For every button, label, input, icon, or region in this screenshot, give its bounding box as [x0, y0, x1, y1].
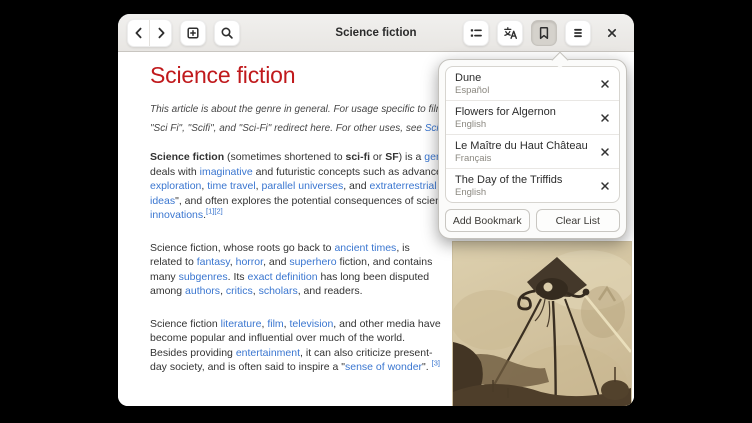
article-link[interactable]: literature [221, 318, 262, 330]
article-link[interactable]: entertainment [236, 347, 300, 359]
article-link[interactable]: time travel [207, 180, 255, 192]
new-tab-button[interactable] [180, 20, 206, 46]
close-icon [599, 112, 611, 124]
article-link[interactable]: authors [185, 285, 220, 297]
article-link[interactable]: imaginative [200, 166, 253, 178]
article-link[interactable]: television [290, 318, 334, 330]
search-button[interactable] [214, 20, 240, 46]
remove-bookmark-button[interactable] [595, 74, 615, 94]
bookmarks-popover: Dune Español Flowers for Algernon Englis… [438, 59, 627, 239]
close-icon [599, 78, 611, 90]
reference-link[interactable]: [3] [432, 359, 440, 368]
bookmark-title: Le Maître du Haut Château [455, 140, 588, 153]
bookmark-title: The Day of the Triffids [455, 174, 562, 187]
desktop-background: Science fiction [0, 0, 752, 423]
remove-bookmark-button[interactable] [595, 176, 615, 196]
menu-icon [570, 25, 586, 41]
article-link[interactable]: subgenres [179, 271, 228, 283]
bookmark-language: Español [455, 85, 489, 96]
bookmark-row[interactable]: Le Maître du Haut Château Français [446, 134, 619, 168]
chevron-left-icon [131, 25, 147, 41]
bookmark-title: Dune [455, 72, 489, 85]
bookmark-language: English [455, 187, 562, 198]
clear-list-button[interactable]: Clear List [536, 209, 621, 232]
article-link[interactable]: film [267, 318, 283, 330]
menu-button[interactable] [565, 20, 591, 46]
bookmark-language: English [455, 119, 556, 130]
article-link[interactable]: sense of wonder [345, 361, 422, 373]
language-icon [502, 25, 518, 41]
back-button[interactable] [128, 20, 149, 46]
article-link[interactable]: superhero [289, 256, 336, 268]
article-link[interactable]: ancient times [334, 242, 396, 254]
close-icon [599, 146, 611, 158]
article-link[interactable]: parallel universes [262, 180, 344, 192]
bookmark-icon [536, 25, 552, 41]
bookmark-row[interactable]: Dune Español [446, 67, 619, 100]
martian-tripod-illustration [453, 242, 631, 407]
article-link[interactable]: exact definition [247, 271, 317, 283]
forward-button[interactable] [149, 20, 171, 46]
close-icon [604, 25, 620, 41]
close-window-button[interactable] [599, 20, 625, 46]
bookmarks-button[interactable] [531, 20, 557, 46]
close-icon [599, 180, 611, 192]
remove-bookmark-button[interactable] [595, 108, 615, 128]
bookmark-row[interactable]: Flowers for Algernon English [446, 100, 619, 134]
article-link[interactable]: ideas [150, 195, 175, 207]
bookmark-language: Français [455, 153, 588, 164]
bookmarks-list: Dune Español Flowers for Algernon Englis… [445, 66, 620, 203]
add-bookmark-button[interactable]: Add Bookmark [445, 209, 530, 232]
article-link[interactable]: horror [236, 256, 263, 268]
new-tab-icon [185, 25, 201, 41]
header-bar: Science fiction [118, 14, 634, 52]
bookmarks-actions: Add Bookmark Clear List [445, 209, 620, 232]
toc-button[interactable] [463, 20, 489, 46]
language-button[interactable] [497, 20, 523, 46]
article-image[interactable] [452, 241, 632, 407]
chevron-right-icon [153, 25, 169, 41]
article-link[interactable]: scholars [259, 285, 298, 297]
reference-link[interactable]: [2] [214, 207, 222, 216]
bookmark-row[interactable]: The Day of the Triffids English [446, 168, 619, 202]
search-icon [219, 25, 235, 41]
article-link[interactable]: critics [226, 285, 253, 297]
article-link[interactable]: fantasy [197, 256, 230, 268]
history-nav-group [127, 19, 172, 47]
remove-bookmark-button[interactable] [595, 142, 615, 162]
bookmark-title: Flowers for Algernon [455, 106, 556, 119]
list-bullet-icon [468, 25, 484, 41]
